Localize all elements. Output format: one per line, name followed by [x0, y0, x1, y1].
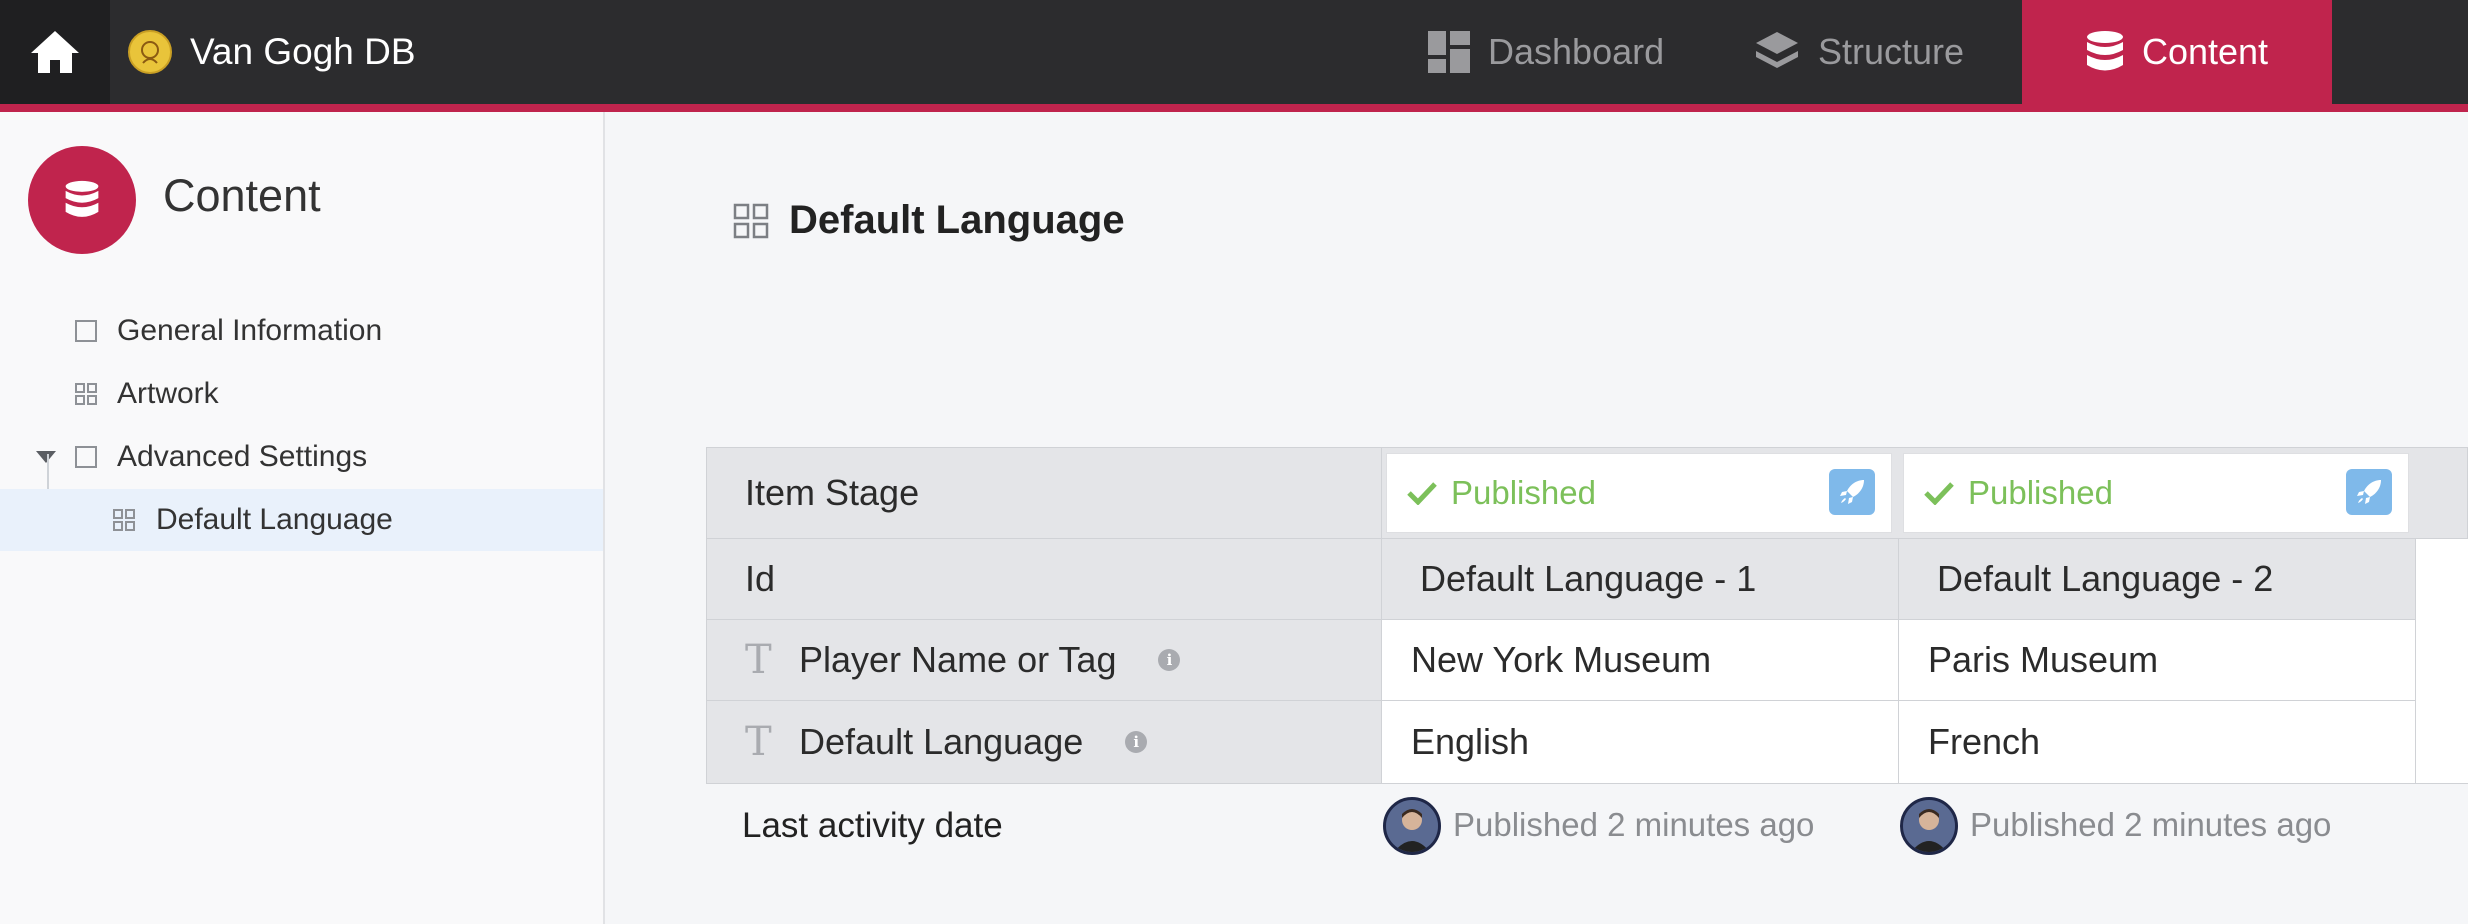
stage-box-1: Published: [1386, 453, 1892, 533]
stage-box-2: Published: [1903, 453, 2409, 533]
check-icon: [1407, 482, 1437, 505]
site-logo: [128, 30, 172, 74]
database-icon: [65, 180, 99, 217]
row-label-item-stage: Item Stage: [706, 447, 1382, 539]
sidebar-item-default-language[interactable]: Default Language: [0, 489, 603, 551]
stage-status: Published: [1451, 474, 1596, 511]
activity-status-2: Published 2 minutes ago: [1970, 806, 2332, 843]
row-label-last-activity: Last activity date: [742, 798, 1003, 854]
grid-icon: [113, 509, 135, 531]
sidebar-item-artwork[interactable]: Artwork: [0, 363, 603, 425]
row-label-default-language: T Default Language i: [706, 700, 1382, 784]
content-section-badge: [28, 146, 136, 254]
nav-dashboard[interactable]: Dashboard: [1428, 0, 1688, 104]
nav-content[interactable]: Content: [2022, 0, 2332, 104]
field-value-text: French: [1928, 721, 2041, 762]
home-icon: [31, 31, 79, 73]
info-icon[interactable]: i: [1158, 649, 1181, 671]
home-button[interactable]: [0, 0, 110, 104]
site-name: Van Gogh DB: [190, 31, 416, 72]
avatar[interactable]: [1900, 797, 1958, 855]
text-field-icon: T: [745, 719, 772, 765]
sidebar-item-label: Artwork: [117, 377, 219, 410]
field-value-player-name-1[interactable]: New York Museum: [1381, 619, 1899, 701]
site-brand[interactable]: Van Gogh DB: [128, 0, 416, 104]
grid-icon: [733, 203, 769, 238]
field-value-text: English: [1411, 721, 1530, 762]
top-navigation-bar: Van Gogh DB Dashboard Structure Content: [0, 0, 2468, 112]
field-value-text: New York Museum: [1411, 639, 1712, 680]
row-label-text: Default Language: [799, 721, 1084, 762]
sidebar-title: Content: [163, 170, 321, 221]
rocket-icon: [2357, 480, 2381, 504]
square-icon: [75, 446, 97, 468]
row-label-player-name: T Player Name or Tag i: [706, 619, 1382, 701]
sidebar-item-advanced-settings[interactable]: Advanced Settings: [0, 426, 603, 488]
row-label-id: Id: [706, 538, 1382, 620]
page-title: Default Language: [789, 198, 1125, 242]
nav-structure-label: Structure: [1818, 31, 1965, 72]
check-icon: [1924, 482, 1954, 505]
publish-button[interactable]: [1829, 469, 1875, 515]
info-icon[interactable]: i: [1125, 731, 1148, 753]
database-icon: [2086, 31, 2123, 71]
field-value-default-language-1[interactable]: English: [1381, 700, 1899, 784]
row-label-text: Last activity date: [742, 806, 1003, 845]
stage-status: Published: [1968, 474, 2113, 511]
row-label-text: Item Stage: [745, 472, 920, 513]
field-value-player-name-2[interactable]: Paris Museum: [1898, 619, 2416, 701]
record-id-text: Default Language - 2: [1937, 558, 2274, 599]
nav-content-label: Content: [2141, 31, 2269, 72]
avatar[interactable]: [1383, 797, 1441, 855]
sidebar-item-label: General Information: [117, 314, 383, 347]
publish-button[interactable]: [2346, 469, 2392, 515]
nav-dashboard-label: Dashboard: [1488, 31, 1665, 72]
rocket-icon: [1840, 480, 1864, 504]
caret-down-icon[interactable]: [36, 451, 56, 463]
dashboard-icon: [1428, 31, 1470, 73]
layers-icon: [1756, 32, 1798, 68]
grid-icon: [75, 383, 97, 405]
sidebar-item-general-information[interactable]: General Information: [0, 300, 603, 362]
field-value-default-language-2[interactable]: French: [1898, 700, 2416, 784]
nav-structure[interactable]: Structure: [1754, 0, 2014, 104]
square-icon: [75, 320, 97, 342]
record-id-text: Default Language - 1: [1420, 558, 1757, 599]
record-id-1[interactable]: Default Language - 1: [1381, 538, 1899, 620]
text-field-icon: T: [745, 637, 772, 683]
page-header: Default Language: [733, 198, 1125, 243]
record-id-2[interactable]: Default Language - 2: [1898, 538, 2416, 620]
table-overflow-column: [2415, 538, 2468, 784]
sidebar-item-label: Default Language: [156, 503, 393, 536]
sidebar-item-label: Advanced Settings: [117, 440, 368, 473]
row-label-text: Player Name or Tag: [799, 639, 1117, 680]
field-value-text: Paris Museum: [1928, 639, 2159, 680]
row-label-text: Id: [745, 558, 776, 599]
activity-status-1: Published 2 minutes ago: [1453, 806, 1815, 843]
